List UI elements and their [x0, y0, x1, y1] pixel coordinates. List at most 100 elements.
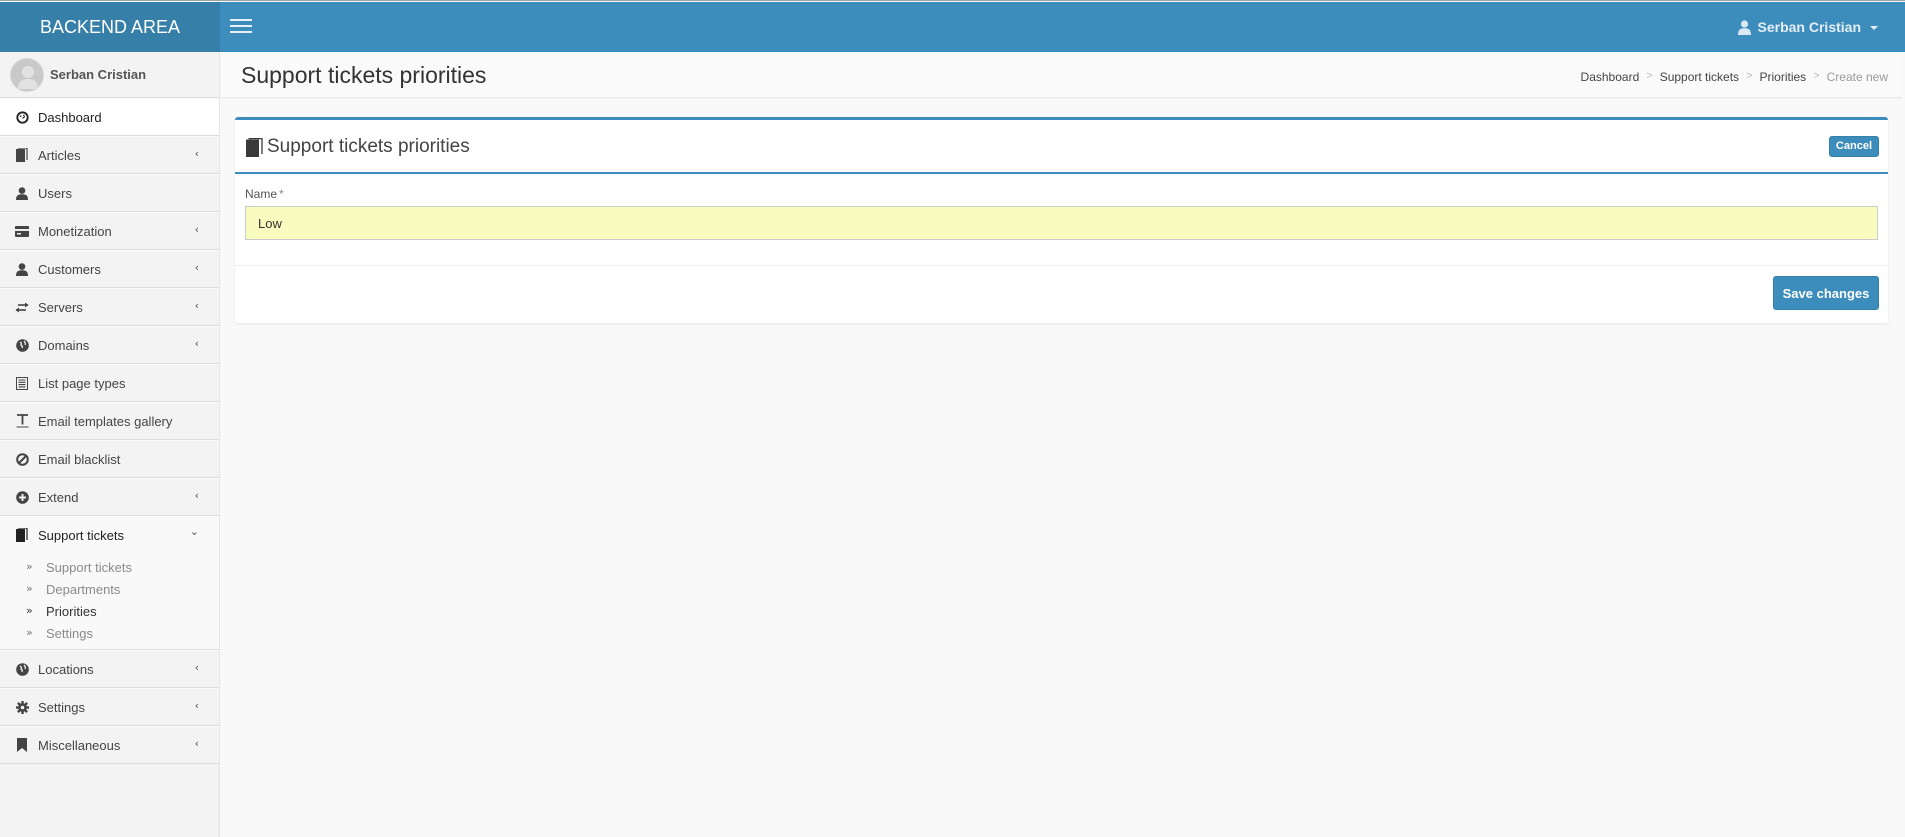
sidebar-item-email-templates-gallery[interactable]: Email templates gallery [0, 402, 219, 440]
sidebar-item-extend[interactable]: Extend ‹ [0, 478, 219, 516]
breadcrumb-separator: > [1746, 70, 1753, 82]
caret-down-icon [1870, 26, 1878, 30]
name-label-text: Name [245, 187, 278, 201]
sidebar-item-label: List page types [38, 375, 126, 391]
user-menu-dropdown[interactable]: Serban Cristian [1737, 2, 1878, 52]
chevron-left-icon: ‹ [194, 147, 199, 160]
user-icon [1737, 19, 1751, 35]
sidebar-item-label: Locations [38, 661, 94, 677]
chevron-left-icon: ‹ [194, 699, 199, 712]
credit-card-icon [15, 224, 29, 238]
sidebar-item-servers[interactable]: Servers ‹ [0, 288, 219, 326]
sidebar-item-label: Support tickets [38, 528, 124, 543]
sidebar-item-label: Extend [38, 489, 79, 505]
name-field-label: Name * [245, 187, 284, 201]
double-chevron-right-icon: » [26, 604, 33, 617]
sidebar-user-name: Serban Cristian [50, 67, 147, 82]
user-icon [15, 262, 29, 276]
breadcrumb-separator: > [1646, 70, 1653, 82]
submenu-item-settings[interactable]: » Settings [0, 623, 219, 645]
hamburger-icon-line [230, 19, 252, 21]
chevron-left-icon: ‹ [194, 261, 199, 274]
globe-icon [15, 338, 29, 352]
book-icon [246, 137, 263, 157]
plus-circle-icon [15, 490, 29, 504]
chevron-left-icon: ‹ [194, 223, 199, 236]
double-chevron-right-icon: » [26, 582, 33, 595]
breadcrumb: Dashboard > Support tickets > Priorities… [1581, 70, 1888, 84]
sidebar-item-customers[interactable]: Customers ‹ [0, 250, 219, 288]
top-navbar: BACKEND AREA Serban Cristian [0, 2, 1905, 52]
submenu-item-departments[interactable]: » Departments [0, 579, 219, 601]
breadcrumb-priorities[interactable]: Priorities [1760, 70, 1807, 84]
globe-icon [15, 662, 29, 676]
cog-icon [15, 700, 29, 714]
ban-icon [15, 452, 29, 466]
sidebar-item-label: Servers [38, 299, 83, 315]
sidebar-item-users[interactable]: Users [0, 174, 219, 212]
text-width-icon [15, 414, 29, 428]
sidebar-item-label: Domains [38, 337, 90, 353]
box-header: Support tickets priorities Cancel [235, 120, 1888, 174]
cancel-button[interactable]: Cancel [1828, 136, 1879, 157]
sidebar-item-email-blacklist[interactable]: Email blacklist [0, 440, 219, 478]
sidebar-item-domains[interactable]: Domains ‹ [0, 326, 219, 364]
sidebar-item-miscellaneous[interactable]: Miscellaneous ‹ [0, 726, 219, 764]
book-icon [15, 528, 29, 542]
sidebar-toggle-button[interactable] [230, 18, 252, 34]
box-footer: Save changes [235, 266, 1888, 323]
sidebar-item-label: Email blacklist [38, 451, 121, 467]
bookmark-icon [15, 738, 29, 752]
transfer-icon [15, 300, 29, 314]
submenu-item-label: Priorities [46, 604, 97, 619]
submenu-item-label: Settings [46, 626, 93, 641]
sidebar-item-settings[interactable]: Settings ‹ [0, 688, 219, 726]
content-header: Support tickets priorities Dashboard > S… [221, 52, 1902, 98]
sidebar-item-articles[interactable]: Articles ‹ [0, 136, 219, 174]
box-body: Name * [235, 174, 1888, 266]
list-alt-icon [15, 376, 29, 390]
hamburger-icon-line [230, 25, 252, 27]
sidebar-item-monetization[interactable]: Monetization ‹ [0, 212, 219, 250]
breadcrumb-separator: > [1813, 70, 1820, 82]
sidebar-item-dashboard[interactable]: Dashboard [0, 98, 219, 136]
brand-logo[interactable]: BACKEND AREA [0, 2, 220, 52]
breadcrumb-dashboard[interactable]: Dashboard [1581, 70, 1640, 84]
sidebar-item-label: Miscellaneous [38, 737, 121, 753]
submenu-item-label: Departments [46, 582, 121, 597]
hamburger-icon-line [230, 31, 252, 33]
avatar [10, 58, 44, 92]
dashboard-icon [15, 110, 29, 124]
submenu-item-support-tickets[interactable]: » Support tickets [0, 557, 219, 579]
user-menu-name: Serban Cristian [1757, 19, 1861, 35]
sidebar-item-label: Articles [38, 147, 81, 163]
breadcrumb-support-tickets[interactable]: Support tickets [1660, 70, 1739, 84]
chevron-left-icon: ‹ [194, 489, 199, 502]
user-icon [15, 186, 29, 200]
book-icon [15, 148, 29, 162]
required-mark: * [279, 187, 284, 201]
sidebar-item-label: Customers [38, 261, 101, 277]
sidebar-item-locations[interactable]: Locations ‹ [0, 650, 219, 688]
sidebar-item-label: Settings [38, 699, 85, 715]
chevron-left-icon: ‹ [194, 661, 199, 674]
page-title: Support tickets priorities [241, 62, 487, 88]
sidebar-item-label: Users [38, 185, 72, 201]
submenu-item-priorities[interactable]: » Priorities [0, 601, 219, 623]
sidebar-item-label: Email templates gallery [38, 413, 173, 429]
sidebar-menu: Dashboard Articles ‹ Users Monetization … [0, 98, 219, 764]
save-changes-button[interactable]: Save changes [1773, 276, 1879, 310]
sidebar: Serban Cristian Dashboard Articles ‹ Use… [0, 52, 220, 837]
sidebar-item-list-page-types[interactable]: List page types [0, 364, 219, 402]
box-title: Support tickets priorities [246, 136, 470, 158]
chevron-left-icon: ‹ [194, 337, 199, 350]
box-title-text: Support tickets priorities [267, 136, 470, 157]
sidebar-item-support-tickets[interactable]: Support tickets ⌄ [0, 516, 219, 554]
chevron-left-icon: ‹ [194, 299, 199, 312]
double-chevron-right-icon: » [26, 626, 33, 639]
chevron-down-icon: ⌄ [189, 525, 199, 538]
double-chevron-right-icon: » [26, 560, 33, 573]
name-input[interactable] [245, 206, 1878, 240]
sidebar-item-label: Monetization [38, 223, 112, 239]
priority-form-box: Support tickets priorities Cancel Name * … [235, 117, 1888, 323]
